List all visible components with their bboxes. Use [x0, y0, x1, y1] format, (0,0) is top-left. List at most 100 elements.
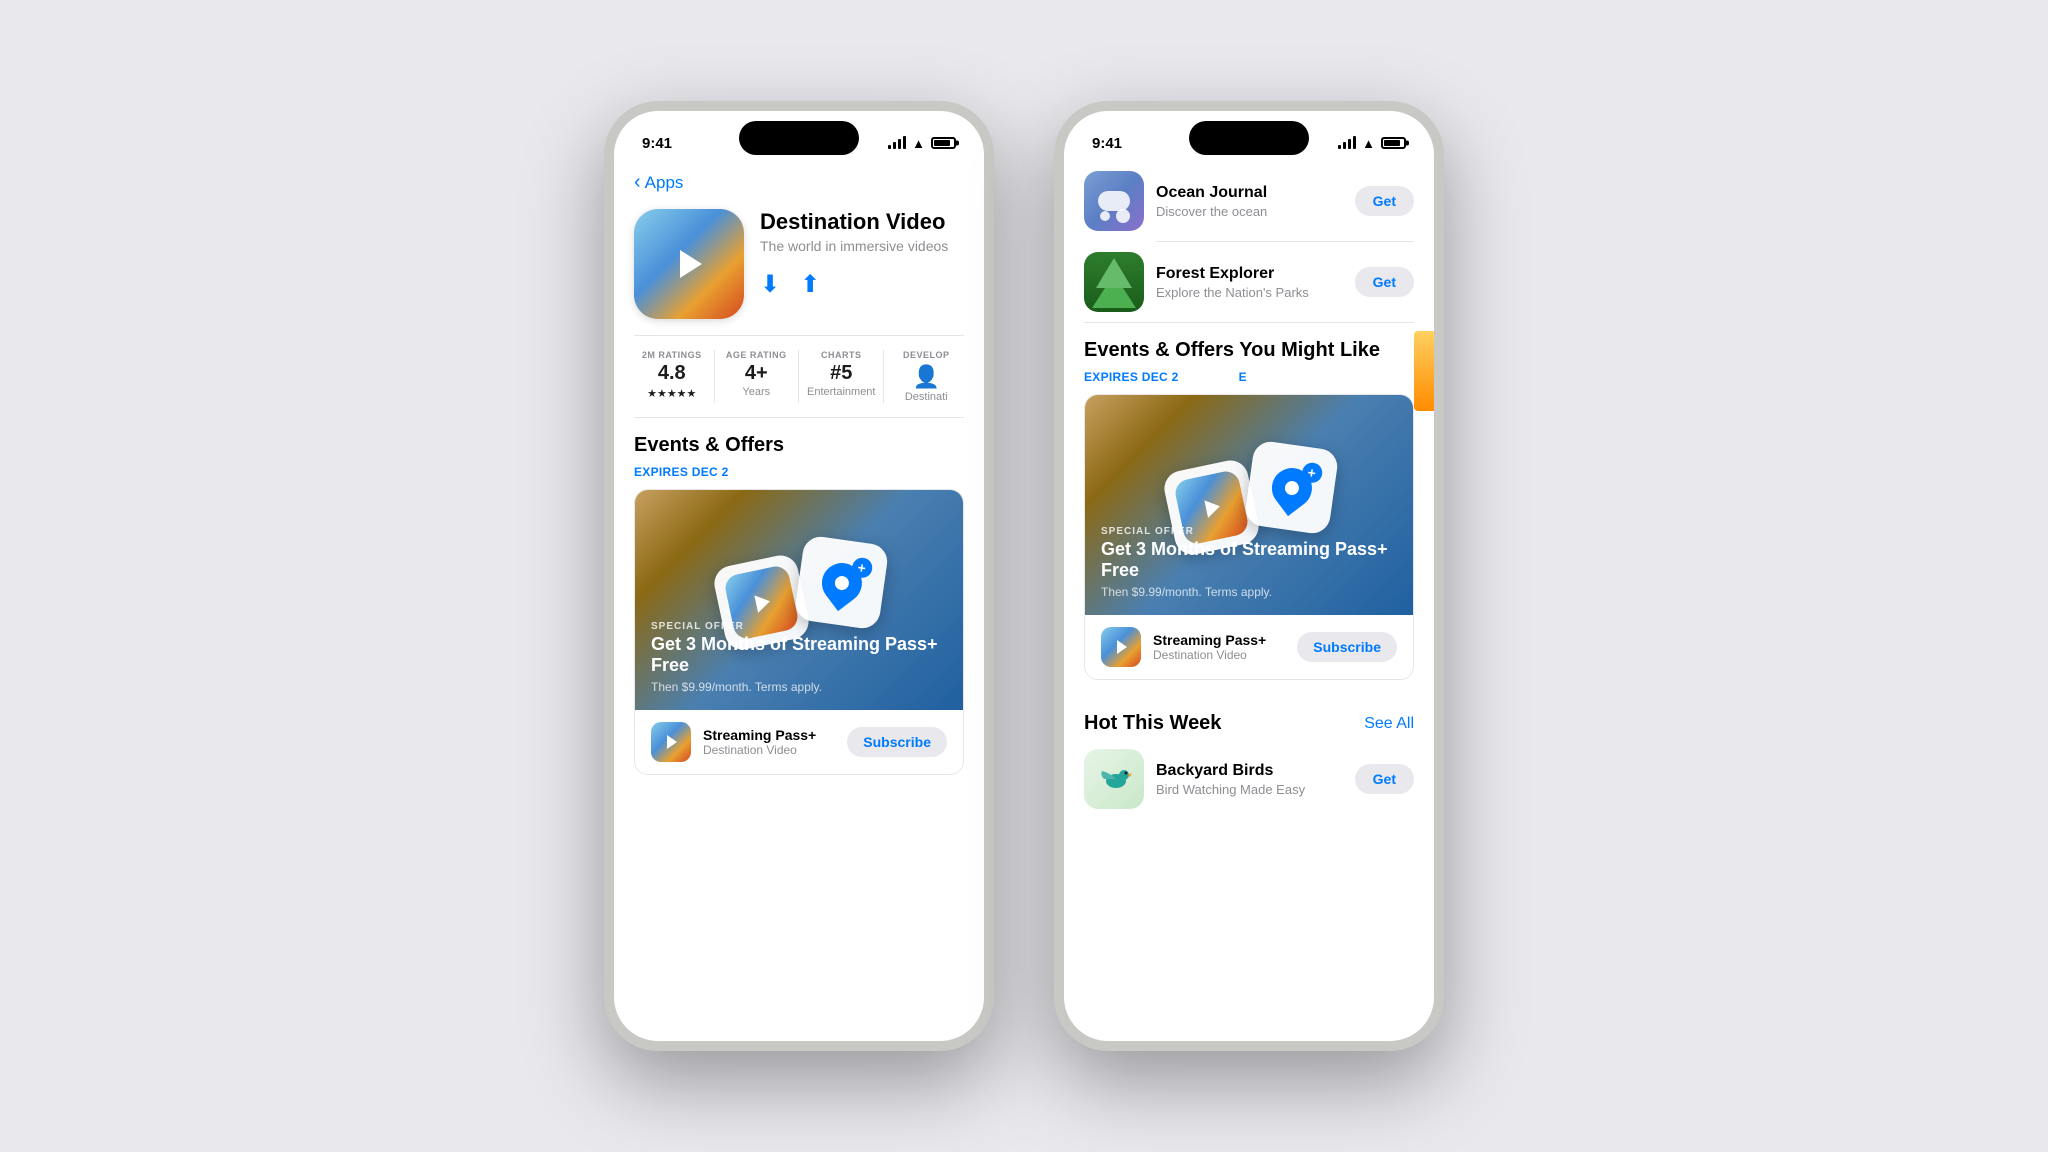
- streaming-app-name-2: Streaming Pass+: [1153, 632, 1285, 648]
- ocean-journal-icon: [1084, 171, 1144, 231]
- forest-explorer-info: Forest Explorer Explore the Nation's Par…: [1156, 265, 1343, 300]
- dev-sub: Destinati: [892, 391, 960, 403]
- battery-icon-2: [1381, 137, 1406, 149]
- charts-label: CHARTS: [807, 350, 875, 360]
- wifi-icon-2: ▲: [1362, 136, 1375, 151]
- events-title: Events & Offers: [614, 418, 984, 461]
- dev-label: DEVELOP: [892, 350, 960, 360]
- stars: ★★★★★: [638, 387, 706, 400]
- app-actions: ⬇ ⬆: [760, 270, 964, 299]
- age-sub: Years: [723, 386, 791, 398]
- app-header: Destination Video The world in immersive…: [614, 201, 984, 335]
- streaming-app-sub: Destination Video: [703, 743, 835, 757]
- ratings-row: 2M RATINGS 4.8 ★★★★★ AGE RATING 4+ Years…: [614, 336, 984, 417]
- expires-row: EXPIRES DEC 2 E: [1064, 366, 1434, 394]
- streaming-app-sub-2: Destination Video: [1153, 648, 1285, 662]
- forest-explorer-name: Forest Explorer: [1156, 265, 1343, 283]
- time-2: 9:41: [1092, 135, 1122, 152]
- events-section-2: Events & Offers You Might Like EXPIRES D…: [1064, 323, 1434, 680]
- dynamic-island-2: [1189, 121, 1309, 155]
- subscribe-button-2[interactable]: Subscribe: [1297, 632, 1397, 662]
- phone-2: 9:41 ▲: [1054, 101, 1444, 1051]
- screen-2[interactable]: Ocean Journal Discover the ocean Get: [1064, 161, 1434, 839]
- rating-count-label: 2M RATINGS: [638, 350, 706, 360]
- offer-title-2: Get 3 Months of Streaming Pass+ Free: [1101, 539, 1397, 582]
- battery-icon: [931, 137, 956, 149]
- streaming-icon-2: [1101, 627, 1141, 667]
- signal-icon: [888, 137, 906, 149]
- rating-score: 4.8: [638, 362, 706, 385]
- app-icon-destination-video: [634, 209, 744, 319]
- list-item-ocean-journal[interactable]: Ocean Journal Discover the ocean Get: [1064, 161, 1434, 241]
- status-icons-1: ▲: [888, 136, 956, 151]
- get-button-forest[interactable]: Get: [1355, 267, 1414, 297]
- event-banner-1: + SPECIAL OFFER Get 3 Months of Streamin…: [635, 490, 963, 710]
- app-name: Destination Video: [760, 209, 964, 235]
- status-icons-2: ▲: [1338, 136, 1406, 151]
- streaming-icon: [651, 722, 691, 762]
- wifi-icon: ▲: [912, 136, 925, 151]
- ocean-journal-sub: Discover the ocean: [1156, 204, 1343, 219]
- hot-week-section: Hot This Week See All: [1064, 696, 1434, 839]
- play-triangle-icon: [680, 250, 702, 278]
- streaming-info-2: Streaming Pass+ Destination Video: [1153, 632, 1285, 662]
- screen-1[interactable]: ‹ Apps Destination Video The world in im…: [614, 161, 984, 791]
- forest-explorer-sub: Explore the Nation's Parks: [1156, 285, 1343, 300]
- forest-explorer-icon: [1084, 252, 1144, 312]
- special-offer-label: SPECIAL OFFER: [651, 621, 947, 632]
- event-banner-2: + SPECIAL OFFER Get 3 Months of Streamin…: [1085, 395, 1413, 615]
- hot-week-header: Hot This Week See All: [1064, 696, 1434, 739]
- download-icon[interactable]: ⬇: [760, 270, 780, 299]
- charts-value: #5: [807, 362, 875, 385]
- see-all-link[interactable]: See All: [1364, 715, 1414, 733]
- app-subtitle: The world in immersive videos: [760, 238, 964, 254]
- rating-count: 2M RATINGS 4.8 ★★★★★: [630, 350, 715, 403]
- expires-badge-2: EXPIRES DEC 2: [1084, 370, 1179, 384]
- ocean-journal-info: Ocean Journal Discover the ocean: [1156, 184, 1343, 219]
- banner-overlay: SPECIAL OFFER Get 3 Months of Streaming …: [635, 605, 963, 710]
- accent-strip: [1414, 331, 1434, 411]
- streaming-app-name: Streaming Pass+: [703, 727, 835, 743]
- rating-age: AGE RATING 4+ Years: [715, 350, 800, 403]
- special-offer-label-2: SPECIAL OFFER: [1101, 526, 1397, 537]
- banner-overlay-2: SPECIAL OFFER Get 3 Months of Streaming …: [1085, 510, 1413, 615]
- offer-title: Get 3 Months of Streaming Pass+ Free: [651, 634, 947, 677]
- backyard-birds-info: Backyard Birds Bird Watching Made Easy: [1156, 762, 1343, 797]
- events-section: Events & Offers EXPIRES DEC 2: [614, 418, 984, 775]
- back-nav: ‹ Apps: [614, 161, 984, 201]
- back-label: Apps: [645, 173, 684, 193]
- phone-1: 9:41 ▲ ‹ Ap: [604, 101, 994, 1051]
- back-button[interactable]: ‹ Apps: [634, 173, 683, 193]
- age-label: AGE RATING: [723, 350, 791, 360]
- ocean-journal-name: Ocean Journal: [1156, 184, 1343, 202]
- event-bottom-2: Streaming Pass+ Destination Video Subscr…: [1085, 615, 1413, 679]
- backyard-birds-sub: Bird Watching Made Easy: [1156, 782, 1343, 797]
- subscribe-button[interactable]: Subscribe: [847, 727, 947, 757]
- offer-sub: Then $9.99/month. Terms apply.: [651, 680, 947, 694]
- age-value: 4+: [723, 362, 791, 385]
- backyard-birds-name: Backyard Birds: [1156, 762, 1343, 780]
- event-bottom: Streaming Pass+ Destination Video Subscr…: [635, 710, 963, 774]
- get-button-birds[interactable]: Get: [1355, 764, 1414, 794]
- chevron-left-icon: ‹: [634, 172, 641, 192]
- expires-badge: EXPIRES DEC 2: [614, 461, 984, 489]
- event-card-2[interactable]: + SPECIAL OFFER Get 3 Months of Streamin…: [1084, 394, 1414, 680]
- events-title-2: Events & Offers You Might Like: [1064, 323, 1434, 366]
- dev-icon: 👤: [892, 364, 960, 390]
- dynamic-island-1: [739, 121, 859, 155]
- streaming-info: Streaming Pass+ Destination Video: [703, 727, 835, 757]
- get-button-ocean[interactable]: Get: [1355, 186, 1414, 216]
- signal-icon-2: [1338, 137, 1356, 149]
- charts-sub: Entertainment: [807, 386, 875, 398]
- hot-week-title: Hot This Week: [1084, 712, 1221, 735]
- list-item-backyard-birds[interactable]: Backyard Birds Bird Watching Made Easy G…: [1064, 739, 1434, 819]
- backyard-birds-icon: [1084, 749, 1144, 809]
- share-icon[interactable]: ⬆: [800, 270, 820, 299]
- list-item-forest-explorer[interactable]: Forest Explorer Explore the Nation's Par…: [1064, 242, 1434, 322]
- expires-badge-3: E: [1239, 370, 1247, 384]
- rating-dev: DEVELOP 👤 Destinati: [884, 350, 968, 403]
- time-1: 9:41: [642, 135, 672, 152]
- event-card-1[interactable]: + SPECIAL OFFER Get 3 Months of Streamin…: [634, 489, 964, 775]
- rating-charts: CHARTS #5 Entertainment: [799, 350, 884, 403]
- bird-svg: [1094, 763, 1134, 795]
